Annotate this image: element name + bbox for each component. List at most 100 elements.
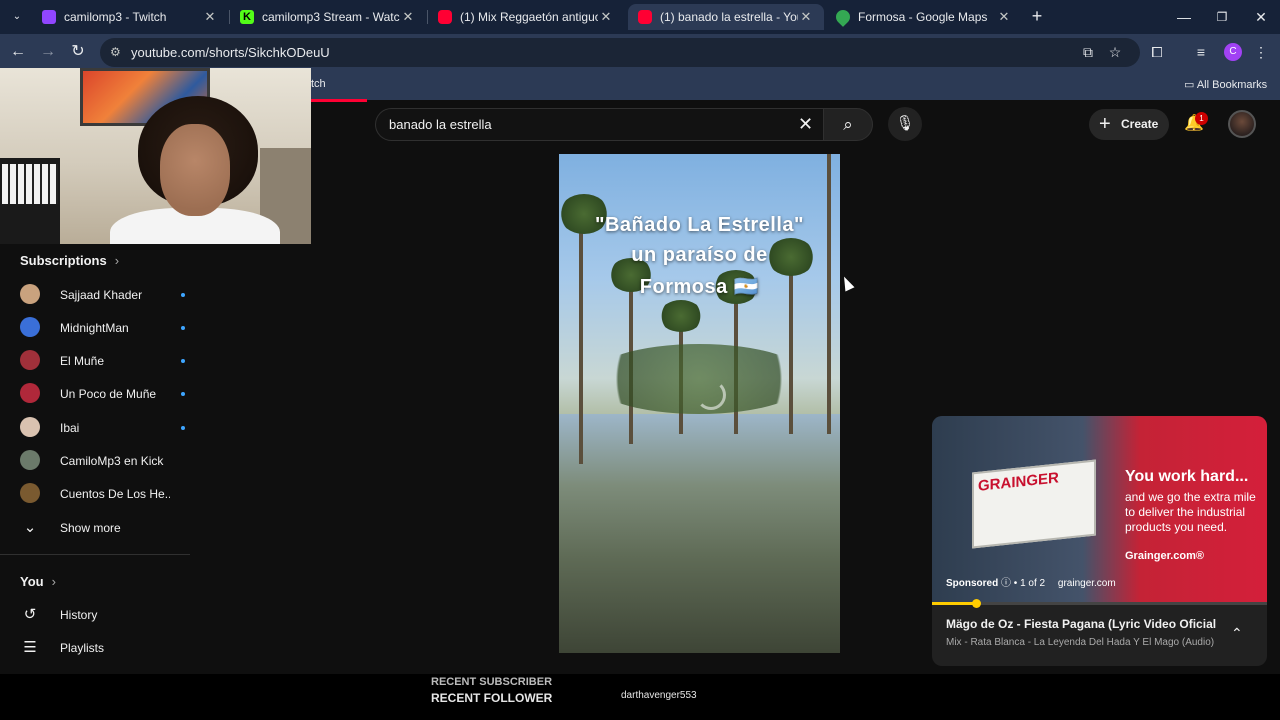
reload-icon[interactable]: ↻ <box>68 42 88 62</box>
voice-search-button[interactable]: 🎙 <box>888 107 922 141</box>
all-bookmarks-button[interactable]: ▭ All Bookmarks <box>1184 78 1267 91</box>
restore-icon[interactable]: ❐ <box>1210 7 1234 27</box>
plus-icon: + <box>1099 113 1111 135</box>
extensions-icon[interactable]: ⧠ <box>1148 43 1166 61</box>
recent-follower-label: RECENT FOLLOWER <box>431 691 553 705</box>
install-app-icon[interactable]: ⧉ <box>1079 43 1097 61</box>
ad-domain[interactable]: grainger.com <box>1058 578 1116 589</box>
kick-icon: K <box>240 10 254 24</box>
new-content-dot <box>181 293 185 297</box>
you-heading[interactable]: You › <box>20 574 56 589</box>
new-tab-button[interactable]: + <box>1028 7 1046 25</box>
chevron-up-icon[interactable]: ⌃ <box>1231 625 1243 642</box>
ad-sponsored-line: Sponsored ⓘ • 1 of 2 grainger.com <box>946 574 1116 589</box>
tab-title: camilomp3 Stream - Watch Live <box>262 10 400 24</box>
up-next-subtitle: Mix - Rata Blanca - La Leyenda Del Hada … <box>946 637 1215 648</box>
tab-search-icon[interactable]: ⌄ <box>8 8 26 26</box>
channel-avatar <box>20 383 40 403</box>
subscriptions-heading-label: Subscriptions <box>20 253 107 268</box>
recent-follower-name: darthavenger553 <box>621 690 697 701</box>
close-tab-icon[interactable]: ✕ <box>996 9 1012 25</box>
sidebar-item-label: History <box>60 608 98 622</box>
ad-progress-knob[interactable] <box>971 599 981 608</box>
lagoon-water <box>559 414 840 653</box>
subscriptions-heading[interactable]: Subscriptions › <box>20 253 119 268</box>
media-control-icon[interactable]: ≡ <box>1192 43 1210 61</box>
browser-menu-icon[interactable]: ⋮ <box>1252 43 1270 61</box>
subscription-item[interactable]: Sajjaad Khader <box>20 280 190 310</box>
channel-name: Ibai <box>60 421 80 435</box>
subscription-item[interactable]: MidnightMan <box>20 313 190 343</box>
channel-name: Sajjaad Khader <box>60 288 143 302</box>
new-content-dot <box>181 326 185 330</box>
youtube-icon <box>638 10 652 24</box>
piano-keys <box>2 164 58 204</box>
site-info-icon[interactable]: ⚙ <box>110 45 121 59</box>
channel-name: MidnightMan <box>60 321 129 335</box>
clear-search-icon[interactable]: ✕ <box>798 114 813 135</box>
account-avatar[interactable] <box>1228 110 1256 138</box>
close-tab-icon[interactable]: ✕ <box>400 9 416 25</box>
maps-pin-icon <box>833 7 853 27</box>
minimize-icon[interactable]: — <box>1172 7 1196 27</box>
subscription-item[interactable]: El Muñe <box>20 346 190 376</box>
you-heading-label: You <box>20 574 44 589</box>
chevron-right-icon: › <box>114 253 120 268</box>
ad-progress-fill <box>932 602 976 605</box>
info-icon[interactable]: ⓘ <box>1001 578 1014 589</box>
channel-name: El Muñe <box>60 354 105 368</box>
tab-kick[interactable]: K camilomp3 Stream - Watch Live ✕ <box>230 4 426 30</box>
sponsored-label: Sponsored <box>946 578 999 589</box>
subscription-item[interactable]: Un Poco de Muñe <box>20 379 190 409</box>
sidebar-divider <box>0 554 190 555</box>
up-next-title[interactable]: Mägo de Oz - Fiesta Pagana (Lyric Video … <box>946 617 1216 631</box>
subscription-item[interactable]: Ibai <box>20 413 190 443</box>
subscription-item[interactable]: Cuentos De Los He... <box>20 479 190 509</box>
show-more-label: Show more <box>60 521 121 535</box>
close-window-icon[interactable]: ✕ <box>1249 7 1273 27</box>
tab-reggaeton-mix[interactable]: (1) Mix Reggaetón antiguo 1 ho ✕ <box>428 4 624 30</box>
new-content-dot <box>181 359 185 363</box>
channel-avatar <box>20 350 40 370</box>
bookmark-star-icon[interactable]: ☆ <box>1106 43 1124 61</box>
channel-name: Cuentos De Los He... <box>60 487 170 501</box>
close-tab-icon[interactable]: ✕ <box>202 9 218 25</box>
ad-site-overlay: Grainger.com® <box>1125 550 1205 562</box>
twitch-icon <box>42 10 56 24</box>
sidebar-item-history[interactable]: ↺ History <box>20 600 190 630</box>
profile-avatar[interactable]: C <box>1224 43 1242 61</box>
notification-badge: 1 <box>1195 112 1208 125</box>
url-text: youtube.com/shorts/SikchkODeuU <box>131 45 330 60</box>
tab-youtube-active[interactable]: (1) banado la estrella - YouTube ✕ <box>628 4 824 30</box>
box-brand-text: GRAINGER <box>978 469 1059 495</box>
search-button[interactable]: ⌕ <box>823 108 873 141</box>
close-tab-icon[interactable]: ✕ <box>798 9 814 25</box>
new-content-dot <box>181 426 185 430</box>
tab-title: Formosa - Google Maps <box>858 10 988 24</box>
streamer-face <box>160 124 230 216</box>
channel-avatar <box>20 317 40 337</box>
create-button[interactable]: + Create <box>1089 109 1169 140</box>
search-input[interactable]: banado la estrella ✕ <box>375 108 823 141</box>
short-caption-line: "Bañado La Estrella" <box>594 214 805 236</box>
channel-name: CamiloMp3 en Kick <box>60 454 164 468</box>
address-bar[interactable]: ⚙ youtube.com/shorts/SikchkODeuU <box>100 38 1140 67</box>
close-tab-icon[interactable]: ✕ <box>598 9 614 25</box>
bookmark-item[interactable]: tch <box>311 78 326 90</box>
back-icon[interactable]: ← <box>8 42 28 62</box>
subscription-item[interactable]: CamiloMp3 en Kick <box>20 446 190 476</box>
ad-count: • 1 of 2 <box>1013 578 1046 589</box>
sidebar-item-playlists[interactable]: ☰ Playlists <box>20 633 190 663</box>
tab-twitch[interactable]: camilomp3 - Twitch ✕ <box>32 4 228 30</box>
shorts-video-player[interactable]: "Bañado La Estrella" un paraíso de Formo… <box>559 154 840 653</box>
ad-headline: You work hard... <box>1125 468 1249 485</box>
forward-icon[interactable]: → <box>38 42 58 62</box>
loading-spinner-icon <box>696 380 726 410</box>
search-icon: ⌕ <box>843 115 853 134</box>
sponsored-ad-card[interactable]: GRAINGER You work hard... and we go the … <box>932 416 1267 666</box>
tab-google-maps[interactable]: Formosa - Google Maps ✕ <box>826 4 1022 30</box>
recent-subscriber-label: RECENT SUBSCRIBER <box>431 676 553 688</box>
ad-progress-track <box>932 602 1267 605</box>
show-more-button[interactable]: ⌄ Show more <box>20 513 190 543</box>
browser-tab-strip: ⌄ camilomp3 - Twitch ✕ K camilomp3 Strea… <box>0 0 1280 34</box>
